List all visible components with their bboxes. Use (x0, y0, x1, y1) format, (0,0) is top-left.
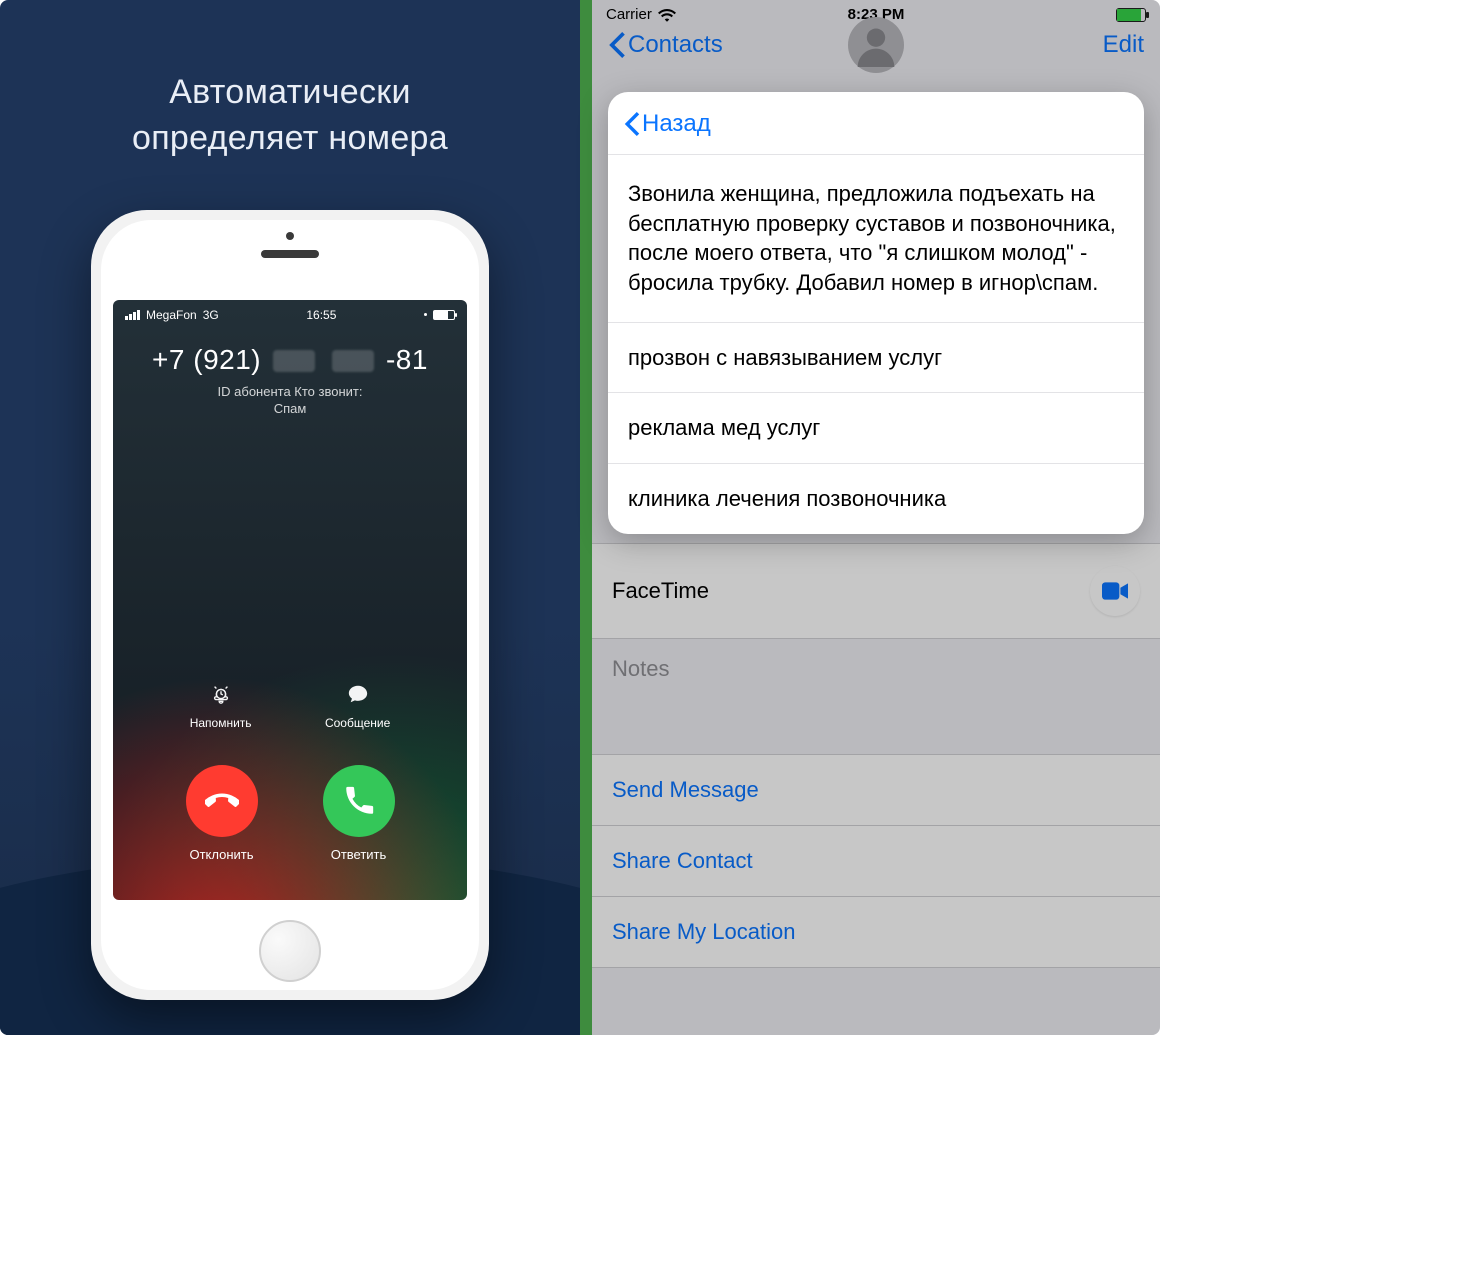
number-hidden-1 (273, 350, 315, 372)
message-label: Сообщение (325, 716, 390, 730)
message-icon (344, 680, 372, 708)
remind-label: Напомнить (190, 716, 252, 730)
contact-screen: Carrier 8:23 PM Contacts Edit FaceTime (580, 0, 1160, 1035)
decline-label: Отклонить (186, 847, 258, 862)
phone-mockup: MegaFon 3G 16:55 +7 (921) -81 (91, 210, 489, 1000)
sheet-back-label: Назад (642, 110, 711, 138)
incoming-call-screen: MegaFon 3G 16:55 +7 (921) -81 (113, 300, 467, 900)
network-label: 3G (203, 308, 219, 322)
promo-panel: Автоматически определяет номера MegaFon … (0, 0, 580, 1035)
decline-button[interactable]: Отклонить (186, 765, 258, 862)
phone-speaker (261, 250, 319, 258)
comment-item[interactable]: реклама мед услуг (608, 393, 1144, 464)
comment-item[interactable]: прозвон с навязыванием услуг (608, 323, 1144, 394)
remind-button[interactable]: Напомнить (190, 680, 252, 730)
number-prefix: +7 (921) (152, 344, 261, 375)
alarm-icon (207, 680, 235, 708)
caller-id-value: Спам (113, 401, 467, 418)
lock-icon (424, 313, 427, 316)
signal-icon (125, 310, 140, 320)
headline-line2: определяет номера (132, 116, 448, 162)
phone-camera-dot (286, 232, 294, 240)
decline-icon (186, 765, 258, 837)
home-button[interactable] (259, 920, 321, 982)
caller-id-block: ID абонента Кто звонит: Спам (113, 384, 467, 418)
caller-id-label: ID абонента Кто звонит: (113, 384, 467, 401)
promo-headline: Автоматически определяет номера (132, 70, 448, 162)
answer-icon (323, 765, 395, 837)
number-hidden-2 (332, 350, 374, 372)
sheet-back-button[interactable]: Назад (608, 92, 1144, 155)
comment-item[interactable]: Звонила женщина, предложила подъехать на… (608, 155, 1144, 323)
battery-icon (433, 310, 455, 320)
chevron-left-icon (624, 112, 640, 136)
status-bar: MegaFon 3G 16:55 (113, 300, 467, 322)
clock-label: 16:55 (306, 308, 336, 322)
answer-label: Ответить (323, 847, 395, 862)
comments-sheet: Назад Звонила женщина, предложила подъех… (608, 92, 1144, 534)
headline-line1: Автоматически (132, 70, 448, 116)
carrier-label: MegaFon (146, 308, 197, 322)
comment-item[interactable]: клиника лечения позвоночника (608, 464, 1144, 534)
number-suffix: -81 (386, 344, 428, 375)
message-button[interactable]: Сообщение (325, 680, 390, 730)
incoming-number: +7 (921) -81 (113, 344, 467, 376)
answer-button[interactable]: Ответить (323, 765, 395, 862)
